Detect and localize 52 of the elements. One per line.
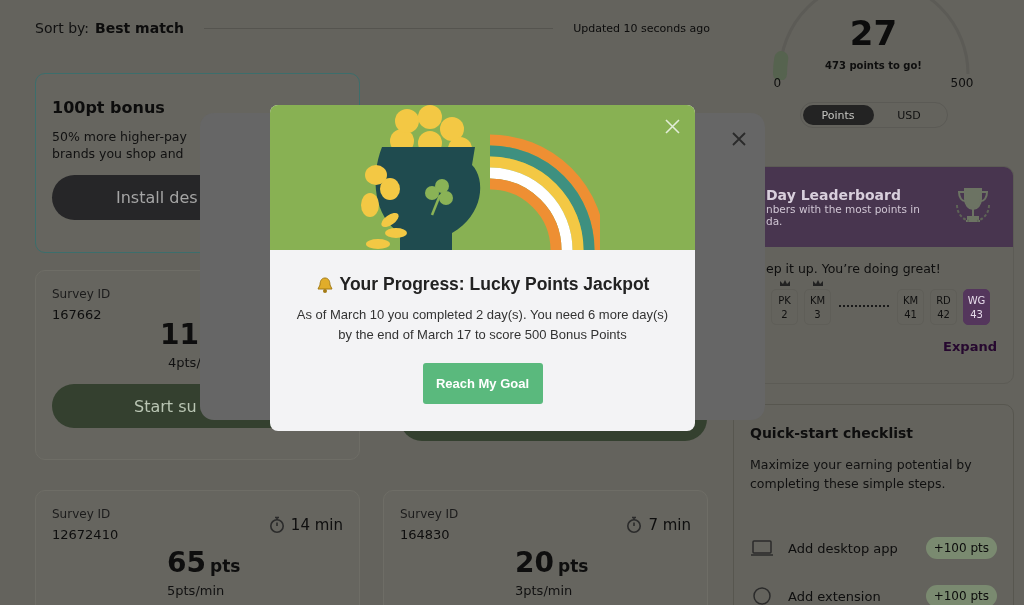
stopwatch-icon	[626, 516, 643, 533]
dialog-title: Your Progress: Lucky Points Jackpot	[339, 274, 650, 295]
leaderboard-title: Day Leaderboard	[766, 187, 902, 203]
leaderboard-message: ep it up. You’re doing great!	[765, 260, 942, 276]
promo-text: 50% more higher-pay	[52, 129, 187, 144]
close-icon[interactable]	[732, 132, 746, 146]
points-unit: pts	[209, 556, 241, 576]
survey-points: 65	[167, 546, 206, 579]
stopwatch-icon	[268, 516, 285, 533]
unit-tab[interactable]: USD	[873, 105, 945, 125]
gauge-min: 0	[773, 76, 782, 90]
checklist-title: Quick-start checklist	[750, 425, 915, 441]
survey-id-label: Survey ID	[400, 507, 459, 521]
checklist-description: Maximize your earning potential by completing these simple steps.	[750, 456, 973, 493]
leaderboard-subtitle: da.	[766, 215, 784, 227]
leaderboard-subtitle: nbers with the most points in	[766, 203, 920, 215]
survey-id: 164830	[400, 527, 451, 542]
survey-id-label: Survey ID	[52, 287, 111, 301]
sort-label: Sort by:	[35, 20, 90, 36]
points-value: 27	[849, 14, 898, 52]
reach-goal-button[interactable]: Reach My Goal	[422, 363, 543, 404]
member-badge: KM 3	[804, 289, 831, 325]
reward-badge: +100 pts	[925, 585, 997, 605]
reward-badge: +100 pts	[925, 537, 997, 559]
survey-id: 167662	[52, 307, 103, 322]
survey-id-label: Survey ID	[52, 507, 112, 521]
updated-time: Updated 10 seconds ago	[573, 21, 710, 35]
survey-points: 11	[160, 318, 199, 351]
promo-text: brands you shop and	[52, 146, 184, 161]
laptop-icon	[750, 539, 774, 557]
survey-duration: 14 min	[290, 515, 343, 534]
points-rate: 3pts/min	[515, 583, 573, 598]
gauge-max: 500	[950, 76, 974, 90]
points-unit: pts	[557, 556, 589, 576]
dialog-message: As of March 10 you completed 2 day(s). You need 6 more day(s) by the end of March 17 to score 500 Bonus Points	[295, 306, 670, 344]
checklist-item[interactable]: Add desktop app	[788, 540, 912, 556]
expand-link[interactable]: Expand	[943, 339, 997, 354]
member-badge: RD 42	[930, 289, 957, 325]
survey-duration: 7 min	[648, 515, 691, 534]
unit-tab[interactable]: Points	[802, 105, 874, 125]
bell-icon	[315, 275, 334, 294]
survey-points: 20	[515, 546, 554, 579]
member-badge: PK 2	[771, 289, 798, 325]
member-badge: WG 43	[963, 289, 990, 325]
promo-title: 100pt bonus	[52, 98, 166, 117]
points-rate: 4pts/	[168, 355, 201, 370]
points-to-go: 473 points to go!	[825, 60, 922, 71]
survey-id: 12672410	[52, 527, 119, 542]
member-badge: KM 41	[897, 289, 924, 325]
points-rate: 5pts/min	[167, 583, 225, 598]
sort-dropdown[interactable]: Best match	[95, 20, 185, 36]
checklist-item[interactable]: Add extension	[788, 588, 912, 604]
